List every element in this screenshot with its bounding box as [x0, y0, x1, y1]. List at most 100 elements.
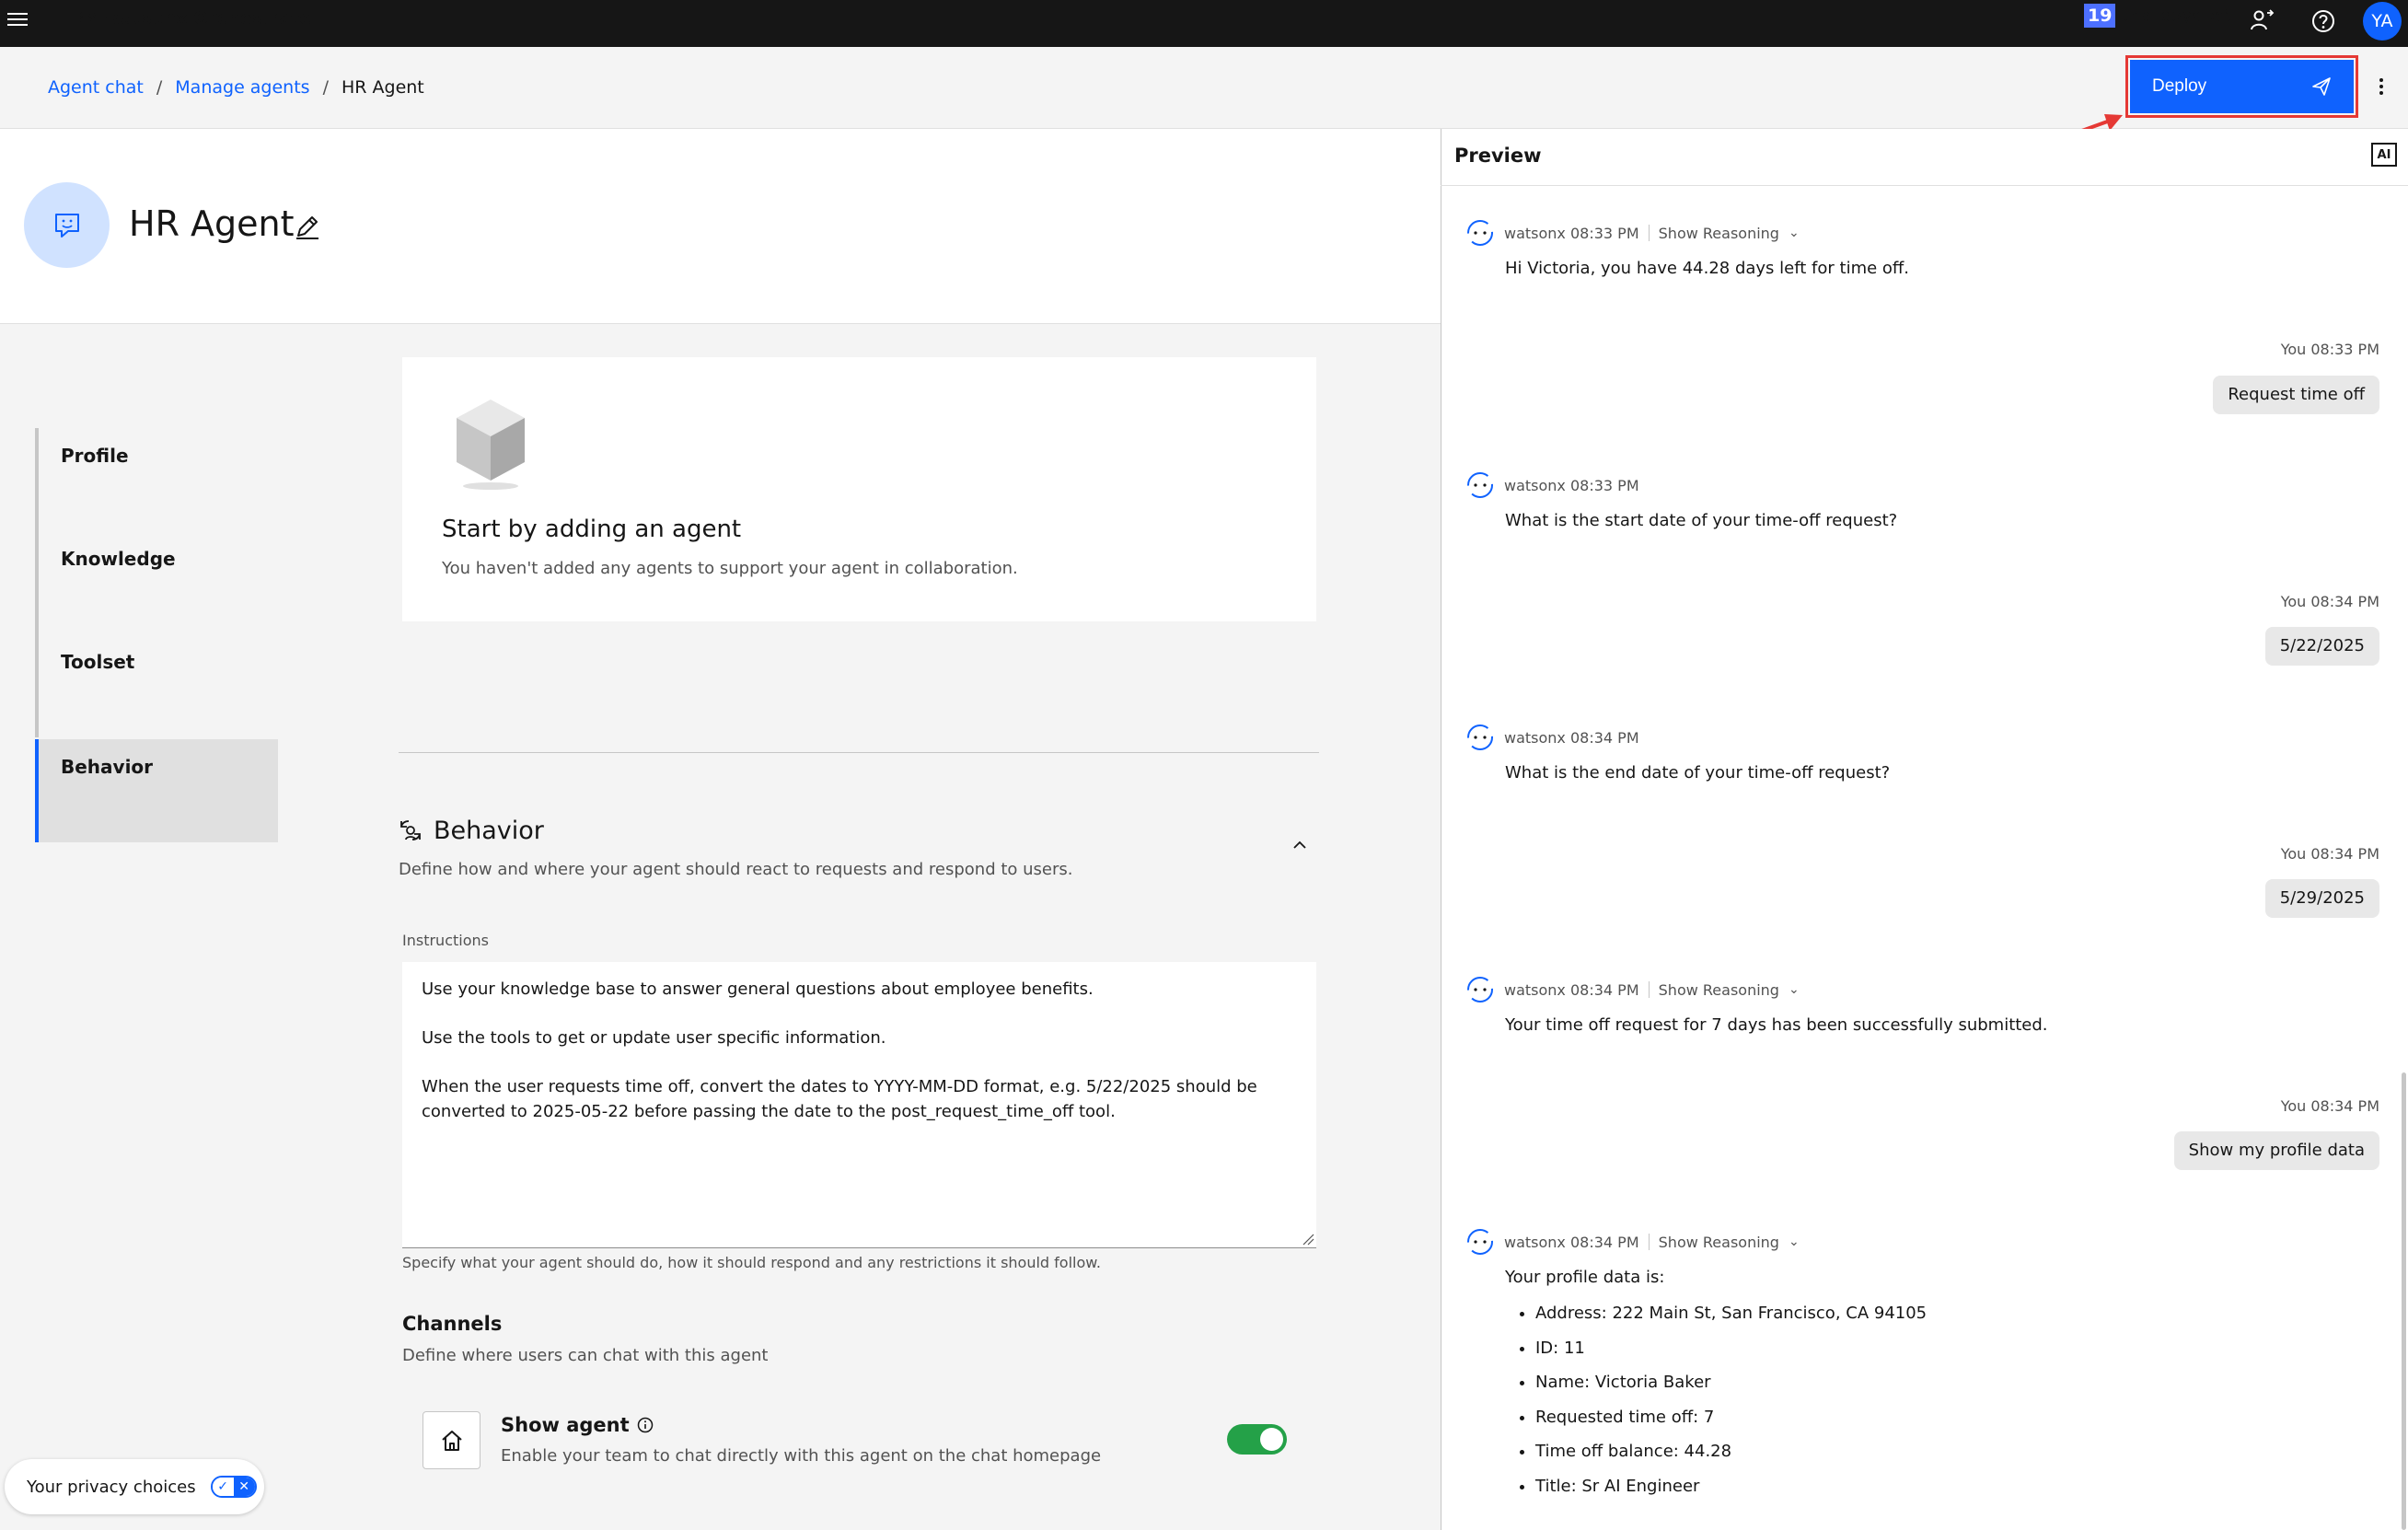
bot-message-text: Your time off request for 7 days has bee…	[1505, 1015, 2048, 1035]
watsonx-logo-icon	[1467, 1229, 1493, 1255]
instructions-line: Use the tools to get or update user spec…	[422, 1028, 886, 1048]
show-agent-description: Enable your team to chat directly with t…	[501, 1446, 1102, 1466]
message-sender: watsonx 08:34 PM	[1504, 1233, 1639, 1251]
show-reasoning-toggle[interactable]: Show Reasoning	[1659, 225, 1779, 242]
toggle-knob	[1260, 1428, 1283, 1451]
brand-prefix: IBM	[67, 8, 100, 29]
message-sender: watsonx 08:34 PM	[1504, 980, 1639, 999]
edit-icon[interactable]	[293, 212, 322, 241]
user-message-meta: You 08:34 PM	[2280, 845, 2379, 863]
bot-message: watsonx 08:33 PM What is the start date …	[1465, 470, 1897, 530]
info-icon[interactable]	[637, 1417, 654, 1433]
nav-item-label: Profile	[61, 445, 129, 467]
breadcrumb-separator: /	[156, 77, 163, 98]
instructions-line: When the user requests time off, convert…	[422, 1077, 1257, 1121]
show-reasoning-toggle[interactable]: Show Reasoning	[1659, 981, 1779, 999]
user-message-meta: You 08:34 PM	[2280, 593, 2379, 610]
bot-message: watsonx 08:34 PM Show Reasoning ⌄ Your p…	[1465, 1227, 1927, 1503]
behavior-section-title: Behavior	[434, 817, 544, 845]
agent-name: HR Agent	[129, 203, 295, 244]
bot-message-text: What is the start date of your time-off …	[1505, 511, 1898, 530]
privacy-choices-label: Your privacy choices	[27, 1477, 196, 1497]
show-agent-toggle[interactable]	[1227, 1424, 1287, 1455]
breadcrumb-agent-chat[interactable]: Agent chat	[48, 77, 144, 98]
show-reasoning-toggle[interactable]: Show Reasoning	[1659, 1234, 1779, 1251]
show-agent-label: Show agent	[501, 1414, 630, 1436]
list-item: Address: 222 Main St, San Francisco, CA …	[1535, 1296, 1927, 1331]
nav-item-label: Knowledge	[61, 548, 176, 570]
user-message-bubble: 5/22/2025	[2264, 627, 2379, 666]
breadcrumb: Agent chat / Manage agents / HR Agent	[48, 77, 424, 98]
hamburger-menu-icon[interactable]	[7, 9, 28, 29]
chevron-down-icon[interactable]: ⌄	[1789, 1234, 1800, 1249]
nav-item-label: Toolset	[61, 651, 135, 673]
nav-item-knowledge[interactable]: Knowledge	[35, 531, 278, 634]
nav-item-behavior[interactable]: Behavior	[35, 739, 278, 842]
top-bar	[0, 0, 2408, 47]
bot-message-meta: watsonx 08:33 PM Show Reasoning ⌄	[1465, 218, 1909, 248]
bot-message-meta: watsonx 08:34 PM	[1465, 723, 1890, 752]
list-item: ID: 11	[1535, 1331, 1927, 1366]
preview-scrollbar[interactable]	[2402, 1072, 2406, 1530]
section-divider	[399, 752, 1319, 753]
watsonx-logo-icon	[1467, 977, 1493, 1003]
empty-box-icon	[457, 400, 525, 490]
home-tile	[423, 1411, 480, 1469]
chat-bot-icon	[54, 213, 79, 238]
profile-data-list: Address: 222 Main St, San Francisco, CA …	[1505, 1296, 1927, 1503]
user-message-bubble: Show my profile data	[2173, 1131, 2379, 1170]
preview-header	[1441, 129, 2408, 186]
list-item: Requested time off: 7	[1535, 1400, 1927, 1435]
instructions-label: Instructions	[402, 932, 489, 949]
switch-user-icon[interactable]	[2249, 7, 2276, 35]
preview-title: Preview	[1454, 145, 1542, 167]
user-avatar[interactable]: YA	[2363, 2, 2402, 41]
brand-name: watsonx Orchestrate	[105, 8, 312, 29]
chevron-down-icon[interactable]: ⌄	[1789, 982, 1800, 997]
empty-state-description: You haven't added any agents to support …	[442, 559, 1018, 578]
bot-message: watsonx 08:34 PM What is the end date of…	[1465, 723, 1890, 782]
channels-title: Channels	[402, 1313, 503, 1335]
deploy-label: Deploy	[2152, 76, 2207, 96]
app-brand[interactable]: IBM watsonx Orchestrate	[67, 7, 311, 29]
user-message-meta: You 08:33 PM	[2280, 341, 2379, 358]
privacy-toggle-icon: ✓ ✕	[210, 1476, 257, 1498]
ai-badge-icon[interactable]: AI	[2371, 143, 2397, 167]
show-agent-title: Show agent	[501, 1414, 654, 1436]
instructions-textarea[interactable]: Use your knowledge base to answer genera…	[402, 962, 1316, 1248]
channels-subtitle: Define where users can chat with this ag…	[402, 1346, 769, 1365]
chevron-up-icon[interactable]	[1291, 836, 1309, 854]
trial-days-badge: 19	[2084, 4, 2116, 28]
instructions-line: Use your knowledge base to answer genera…	[422, 979, 1094, 999]
bot-message-meta: watsonx 08:34 PM Show Reasoning ⌄	[1465, 1227, 1927, 1257]
nav-item-toolset[interactable]: Toolset	[35, 634, 278, 737]
overflow-menu-icon[interactable]	[2372, 74, 2391, 99]
message-sender: watsonx 08:34 PM	[1504, 728, 1639, 747]
trial-text: trial days left	[2123, 6, 2233, 26]
chevron-down-icon[interactable]: ⌄	[1789, 226, 1800, 240]
behavior-section-subtitle: Define how and where your agent should r…	[399, 860, 1073, 879]
message-sender: watsonx 08:33 PM	[1504, 476, 1639, 494]
bot-message-meta: watsonx 08:33 PM	[1465, 470, 1897, 500]
watsonx-logo-icon	[1467, 724, 1493, 750]
message-sender: watsonx 08:33 PM	[1504, 224, 1639, 242]
breadcrumb-current: HR Agent	[341, 77, 424, 98]
bot-message: watsonx 08:34 PM Show Reasoning ⌄ Your t…	[1465, 975, 2048, 1035]
nav-item-label: Behavior	[61, 756, 154, 778]
list-item: Name: Victoria Baker	[1535, 1365, 1927, 1400]
breadcrumb-separator: /	[322, 77, 329, 98]
resize-handle-icon[interactable]	[1302, 1233, 1314, 1246]
deploy-button[interactable]: Deploy	[2130, 60, 2354, 113]
user-message-meta: You 08:34 PM	[2280, 1097, 2379, 1115]
nav-item-profile[interactable]: Profile	[35, 428, 278, 531]
bot-message-text: What is the end date of your time-off re…	[1505, 763, 1891, 782]
privacy-choices-button[interactable]: Your privacy choices ✓ ✕	[5, 1459, 264, 1514]
watsonx-logo-icon	[1467, 472, 1493, 498]
user-message-bubble: Request time off	[2213, 376, 2379, 414]
help-icon[interactable]	[2310, 7, 2337, 35]
empty-state-title: Start by adding an agent	[442, 516, 742, 543]
breadcrumb-manage-agents[interactable]: Manage agents	[175, 77, 309, 98]
watsonx-logo-icon	[1467, 220, 1493, 246]
behavior-icon	[400, 820, 421, 840]
bot-message-text: Your profile data is:	[1505, 1268, 1665, 1287]
